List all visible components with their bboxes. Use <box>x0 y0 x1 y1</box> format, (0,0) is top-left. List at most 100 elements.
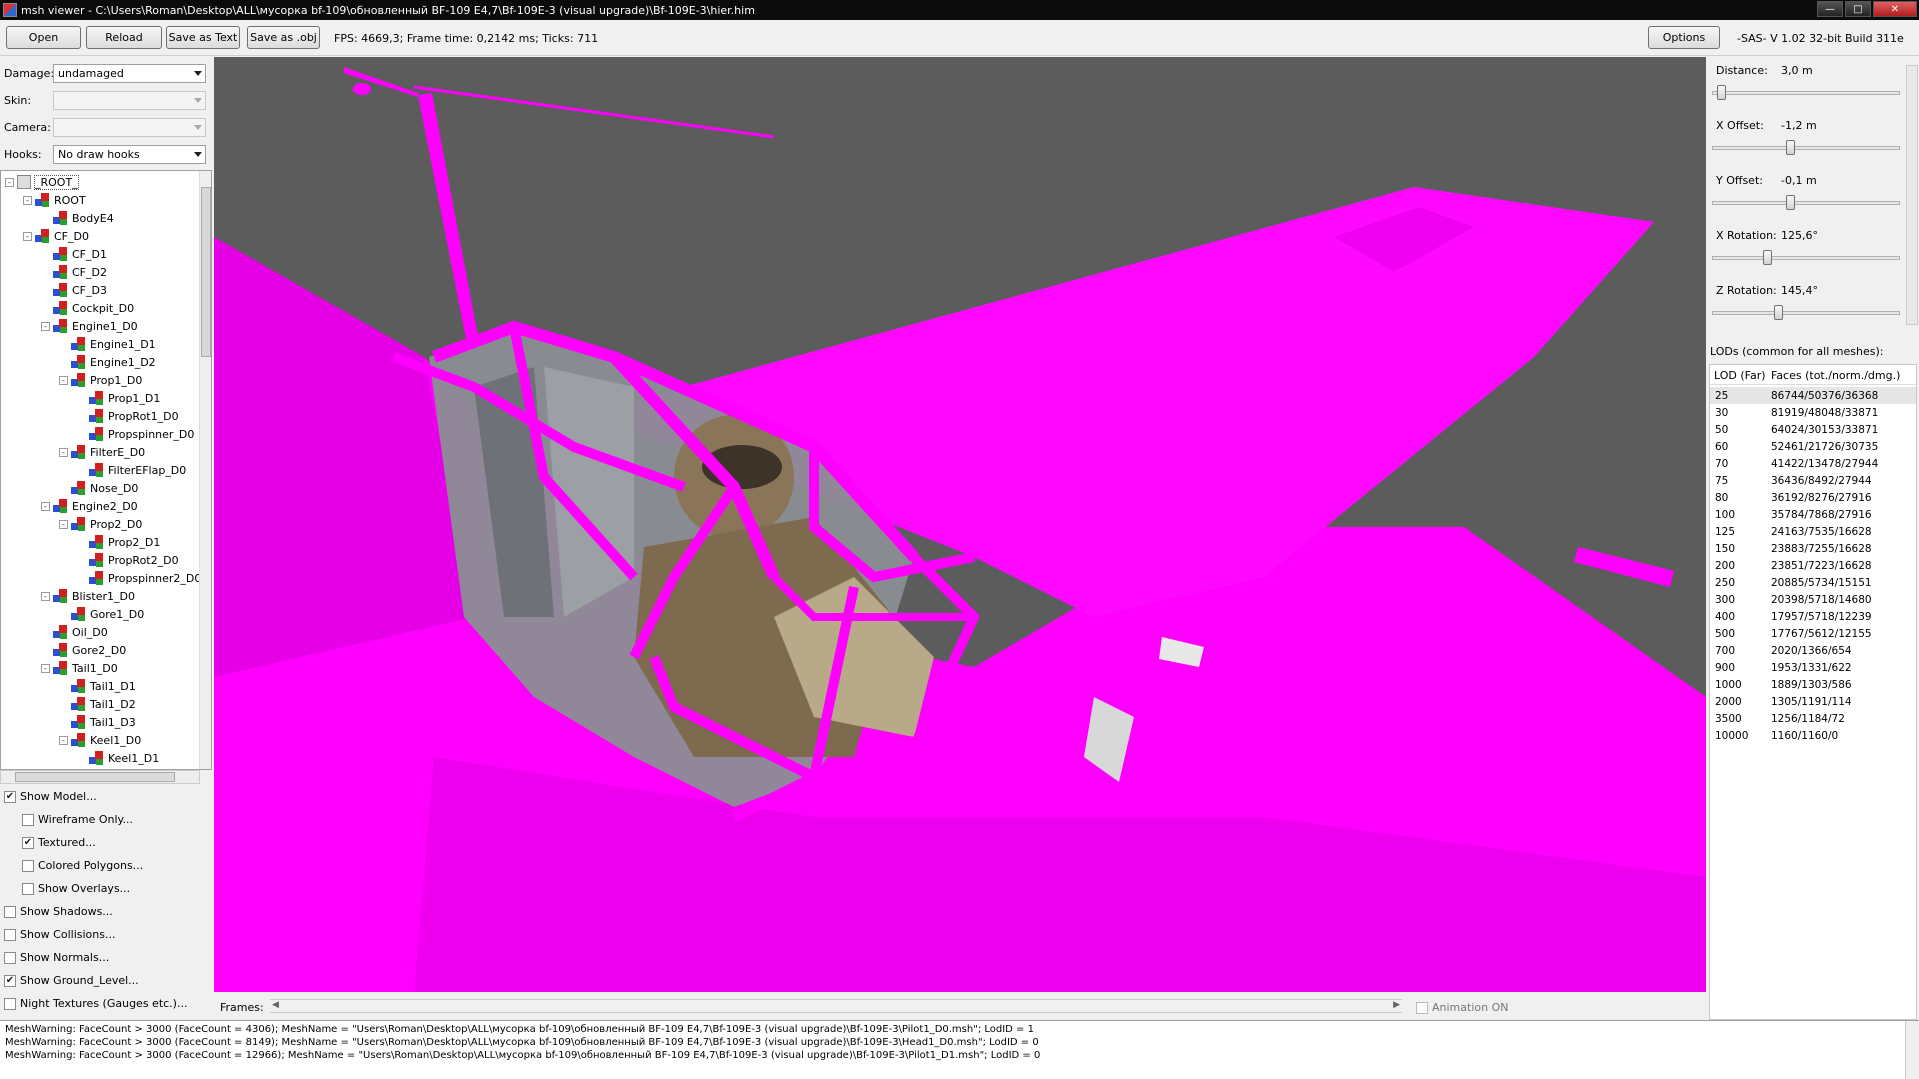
tree-node[interactable]: Engine1_D1 <box>59 335 156 353</box>
tree-node[interactable]: Tail1_D2 <box>59 695 136 713</box>
faces-column-header[interactable]: Faces (tot./norm./dmg.) <box>1771 369 1900 382</box>
slider-thumb[interactable] <box>1716 85 1726 100</box>
option-checkbox[interactable]: Show Overlays... <box>22 882 130 895</box>
slider-track[interactable] <box>1712 305 1900 320</box>
lod-row[interactable]: 400 17957/5718/12239 <box>1710 608 1916 625</box>
hierarchy-tree[interactable]: - _ROOT_ - ROOT BodyE4- CF_D0 CF_D1 CF_D2 CF_D3 C… <box>0 170 212 770</box>
tree-node[interactable]: CF_D1 <box>41 245 107 263</box>
tree-node[interactable]: Engine1_D2 <box>59 353 156 371</box>
tree-node[interactable]: - Blister1_D0 <box>41 587 135 605</box>
tree-node[interactable]: PropRot2_D0 <box>77 551 179 569</box>
option-checkbox[interactable]: Show Shadows... <box>4 905 113 918</box>
expander-icon[interactable]: - <box>59 447 68 457</box>
tree-node[interactable]: - Prop2_D0 <box>59 515 142 533</box>
save-as-text-button[interactable]: Save as Text <box>166 26 240 49</box>
tree-horizontal-scrollbar[interactable] <box>0 770 200 784</box>
tree-node[interactable]: PropRot1_D0 <box>77 407 179 425</box>
minimize-button[interactable]: — <box>1817 1 1843 17</box>
hooks-select[interactable]: No draw hooks <box>53 145 206 164</box>
tree-node[interactable]: - Tail1_D0 <box>41 659 118 677</box>
reload-button[interactable]: Reload <box>86 26 162 49</box>
expander-icon[interactable]: - <box>41 321 50 331</box>
lod-row[interactable]: 250 20885/5734/15151 <box>1710 574 1916 591</box>
damage-select[interactable]: undamaged <box>53 64 206 83</box>
tree-node[interactable]: Nose_D0 <box>59 479 138 497</box>
lod-row[interactable]: 70 41422/13478/27944 <box>1710 455 1916 472</box>
tree-node[interactable]: - FilterE_D0 <box>59 443 145 461</box>
chevron-right-icon[interactable]: ▶ <box>1393 1000 1400 1010</box>
slider-thumb[interactable] <box>1785 140 1795 155</box>
slider-thumb[interactable] <box>1785 195 1795 210</box>
lod-row[interactable]: 30 81919/48048/33871 <box>1710 404 1916 421</box>
tree-node[interactable]: - _ROOT_ <box>5 173 79 191</box>
maximize-button[interactable]: □ <box>1845 1 1871 17</box>
option-checkbox[interactable]: Wireframe Only... <box>22 813 133 826</box>
options-button[interactable]: Options <box>1648 26 1720 49</box>
option-checkbox[interactable]: ✔ Show Ground_Level... <box>4 974 139 987</box>
slider-thumb[interactable] <box>1762 250 1772 265</box>
option-checkbox[interactable]: Show Normals... <box>4 951 109 964</box>
tree-node[interactable]: Keel1_D1 <box>77 749 159 767</box>
lod-row[interactable]: 100 35784/7868/27916 <box>1710 506 1916 523</box>
lod-row[interactable]: 300 20398/5718/14680 <box>1710 591 1916 608</box>
lod-row[interactable]: 125 24163/7535/16628 <box>1710 523 1916 540</box>
lod-row[interactable]: 3500 1256/1184/72 <box>1710 710 1916 727</box>
frames-slider[interactable]: ◀ ▶ <box>270 999 1402 1013</box>
lod-row[interactable]: 75 36436/8492/27944 <box>1710 472 1916 489</box>
tree-node[interactable]: CF_D2 <box>41 263 107 281</box>
option-checkbox[interactable]: ✔ Textured... <box>22 836 96 849</box>
skin-select[interactable] <box>53 91 206 110</box>
slider-thumb[interactable] <box>1773 305 1783 320</box>
camera-select[interactable] <box>53 118 206 137</box>
lod-row[interactable]: 500 17767/5612/12155 <box>1710 625 1916 642</box>
lod-table[interactable]: LOD (Far) Faces (tot./norm./dmg.) 25 8674… <box>1709 364 1917 1020</box>
lod-row[interactable]: 700 2020/1366/654 <box>1710 642 1916 659</box>
slider-track[interactable] <box>1712 85 1900 100</box>
lod-row[interactable]: 80 36192/8276/27916 <box>1710 489 1916 506</box>
expander-icon[interactable]: - <box>59 375 68 385</box>
lod-row[interactable]: 60 52461/21726/30735 <box>1710 438 1916 455</box>
lod-column-header[interactable]: LOD (Far) <box>1714 369 1766 382</box>
lod-row[interactable]: 25 86744/50376/36368 <box>1710 387 1916 404</box>
expander-icon[interactable]: - <box>5 177 14 187</box>
tree-node[interactable]: Gore2_D0 <box>41 641 126 659</box>
slider-track[interactable] <box>1712 140 1900 155</box>
lod-row[interactable]: 900 1953/1331/622 <box>1710 659 1916 676</box>
tree-node[interactable]: - Prop1_D0 <box>59 371 142 389</box>
expander-icon[interactable]: - <box>41 663 50 673</box>
3d-viewport[interactable] <box>214 57 1706 992</box>
chevron-left-icon[interactable]: ◀ <box>272 1000 279 1010</box>
lod-row[interactable]: 10000 1160/1160/0 <box>1710 727 1916 744</box>
tree-node[interactable]: - Engine1_D0 <box>41 317 138 335</box>
slider-track[interactable] <box>1712 195 1900 210</box>
tree-node[interactable]: Tail1_D3 <box>59 713 136 731</box>
tree-node[interactable]: Cockpit_D0 <box>41 299 134 317</box>
tree-vertical-scrollbar[interactable] <box>199 171 211 769</box>
option-checkbox[interactable]: Show Collisions... <box>4 928 115 941</box>
tree-node[interactable]: CF_D3 <box>41 281 107 299</box>
tree-node[interactable]: Prop1_D1 <box>77 389 160 407</box>
animation-checkbox[interactable]: Animation ON <box>1416 1001 1508 1014</box>
lod-row[interactable]: 150 23883/7255/16628 <box>1710 540 1916 557</box>
tree-node[interactable]: - CF_D0 <box>23 227 89 245</box>
tree-hscroll-thumb[interactable] <box>15 772 175 782</box>
log-scrollbar[interactable] <box>1905 1021 1919 1079</box>
expander-icon[interactable]: - <box>41 591 50 601</box>
tree-node[interactable]: Propspinner2_D0 <box>77 569 201 587</box>
open-button[interactable]: Open <box>6 26 81 49</box>
slider-track[interactable] <box>1712 250 1900 265</box>
expander-icon[interactable]: - <box>23 195 32 205</box>
option-checkbox[interactable]: Night Textures (Gauges etc.)... <box>4 997 187 1010</box>
save-as-obj-button[interactable]: Save as .obj <box>247 26 320 49</box>
lod-row[interactable]: 200 23851/7223/16628 <box>1710 557 1916 574</box>
expander-icon[interactable]: - <box>23 231 32 241</box>
log-console[interactable]: MeshWarning: FaceCount > 3000 (FaceCount… <box>0 1020 1919 1079</box>
tree-node[interactable]: Oil_D0 <box>41 623 108 641</box>
right-panel-scrollbar[interactable] <box>1906 65 1918 325</box>
expander-icon[interactable]: - <box>59 519 68 529</box>
tree-node[interactable]: - Engine2_D0 <box>41 497 138 515</box>
lod-row[interactable]: 2000 1305/1191/114 <box>1710 693 1916 710</box>
tree-node[interactable]: FilterEFlap_D0 <box>77 461 186 479</box>
tree-scroll-thumb[interactable] <box>201 187 211 357</box>
option-checkbox[interactable]: ✔ Show Model... <box>4 790 97 803</box>
